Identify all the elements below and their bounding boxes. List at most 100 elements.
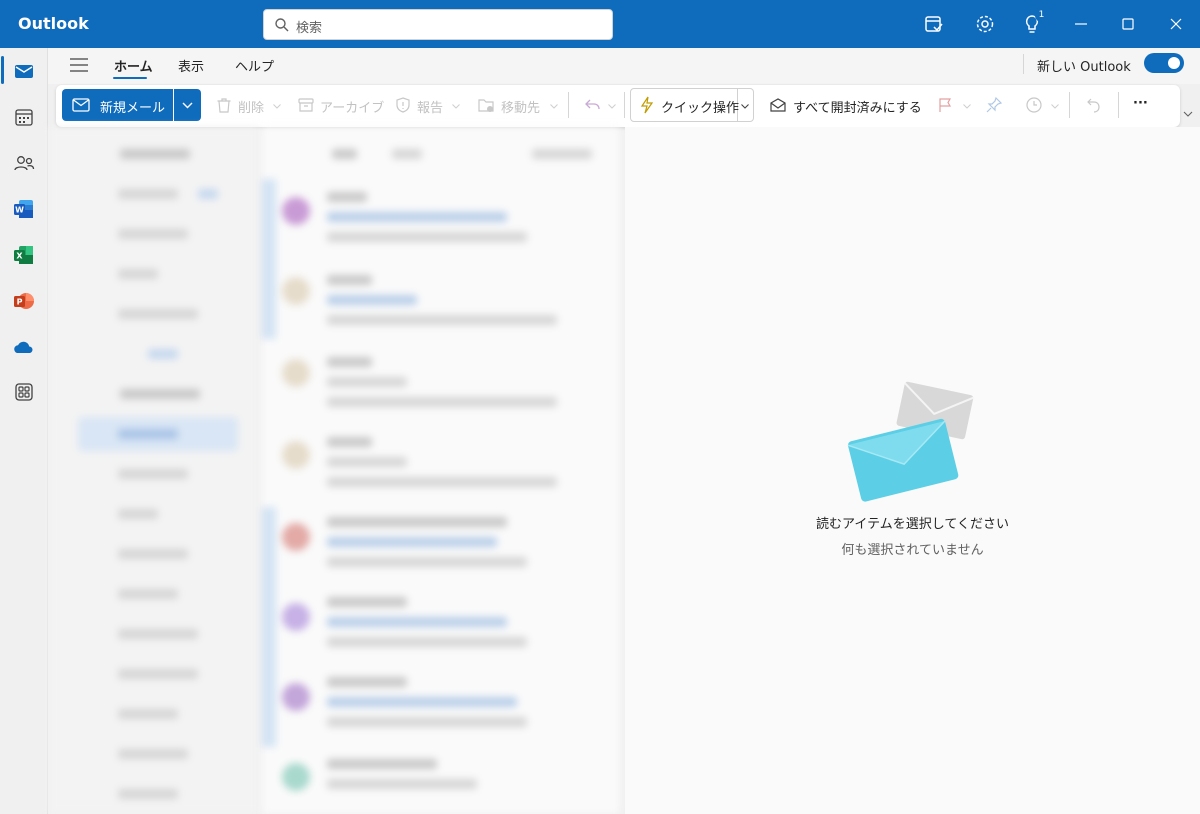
quick-steps-button[interactable]: クイック操作 [661,97,739,116]
list-line [327,295,417,305]
tab-view[interactable]: 表示 [178,56,204,75]
folder-line [118,549,188,559]
people-icon[interactable] [12,151,36,175]
folder-line [120,149,190,159]
search-icon [275,18,289,32]
excel-icon[interactable]: X [12,243,36,267]
pin-icon[interactable] [985,96,1003,114]
chevron-down-icon[interactable] [741,104,749,109]
avatar [282,683,310,711]
list-line [327,315,557,325]
snooze-clock-icon[interactable] [1025,96,1043,114]
more-options-button[interactable]: ··· [1133,96,1148,111]
expand-ribbon-icon[interactable] [1183,111,1193,117]
report-button[interactable]: 報告 [417,97,443,116]
mail-icon[interactable] [12,59,36,83]
calendar-icon[interactable] [12,105,36,129]
empty-state-subtitle: 何も選択されていません [841,543,984,558]
chevron-down-icon [1051,104,1059,109]
command-divider [1118,92,1119,118]
new-mail-icon [72,98,90,112]
archive-button[interactable]: アーカイブ [320,97,384,116]
lightning-icon [640,96,654,114]
folder-line [118,269,158,279]
command-divider [1069,92,1070,118]
new-mail-label: 新規メール [100,101,166,116]
chevron-down-icon [182,102,193,109]
tab-help[interactable]: ヘルプ [235,56,274,75]
command-divider [624,92,625,118]
list-header-line [332,149,357,159]
list-header-line [532,149,592,159]
folder-line [118,429,178,439]
delete-button[interactable]: 削除 [238,97,264,116]
empty-state-title: 読むアイテムを選択してください [816,517,1009,532]
my-day-icon[interactable] [922,12,946,36]
unread-marker [262,507,276,747]
new-outlook-toggle[interactable] [1144,53,1184,73]
search-box[interactable]: 検索 [263,9,613,40]
folder-line [120,389,200,399]
avatar [282,441,310,469]
list-line [327,377,407,387]
reply-icon[interactable] [583,96,601,114]
chevron-down-icon [963,104,971,109]
minimize-icon[interactable] [1069,12,1093,36]
folder-line [118,589,178,599]
folder-line [118,709,178,719]
folder-line [118,749,188,759]
close-icon[interactable] [1164,12,1188,36]
folder-line [118,509,158,519]
folder-pane [48,127,260,814]
avatar [282,763,310,791]
hamburger-menu-icon[interactable] [69,57,89,73]
settings-gear-icon[interactable] [973,12,997,36]
folder-line [118,789,178,799]
avatar [282,197,310,225]
chevron-down-icon [608,104,616,109]
flag-icon[interactable] [936,96,954,114]
archive-icon [298,98,314,112]
powerpoint-icon[interactable]: P [12,289,36,313]
list-line [327,537,497,547]
list-line [327,759,437,769]
move-button[interactable]: 移動先 [501,97,540,116]
notification-badge: 1 [1035,9,1048,22]
chevron-down-icon [273,104,281,109]
svg-text:X: X [16,252,23,261]
list-line [327,697,517,707]
list-line [327,517,507,527]
toggle-knob [1168,57,1180,69]
list-line [327,437,372,447]
onedrive-icon[interactable] [12,335,36,359]
list-line [327,477,557,487]
folder-line [118,669,198,679]
report-shield-icon [396,97,410,113]
apps-icon[interactable] [12,380,36,404]
tab-home-underline [113,77,147,79]
mark-all-read-button[interactable]: すべて開封済みにする [793,97,922,116]
svg-text:P: P [17,298,23,307]
list-line [327,357,372,367]
new-outlook-label: 新しい Outlook [1037,60,1131,75]
folder-line [148,349,178,359]
app-title: Outlook [18,14,89,33]
unread-marker [262,179,276,339]
svg-text:W: W [15,206,24,215]
list-line [327,397,557,407]
folder-line [118,629,198,639]
new-mail-button[interactable]: 新規メール [62,89,173,121]
word-icon[interactable]: W [12,197,36,221]
undo-icon[interactable] [1084,96,1102,114]
new-mail-dropdown[interactable] [174,89,201,121]
folder-line [118,229,188,239]
list-line [327,457,407,467]
avatar [282,277,310,305]
folder-line [198,189,218,199]
list-header-line [392,149,422,159]
tab-home[interactable]: ホーム [114,56,153,75]
ribbon-divider [1023,54,1024,74]
maximize-icon[interactable] [1116,12,1140,36]
list-line [327,212,507,222]
delete-icon [217,98,231,113]
